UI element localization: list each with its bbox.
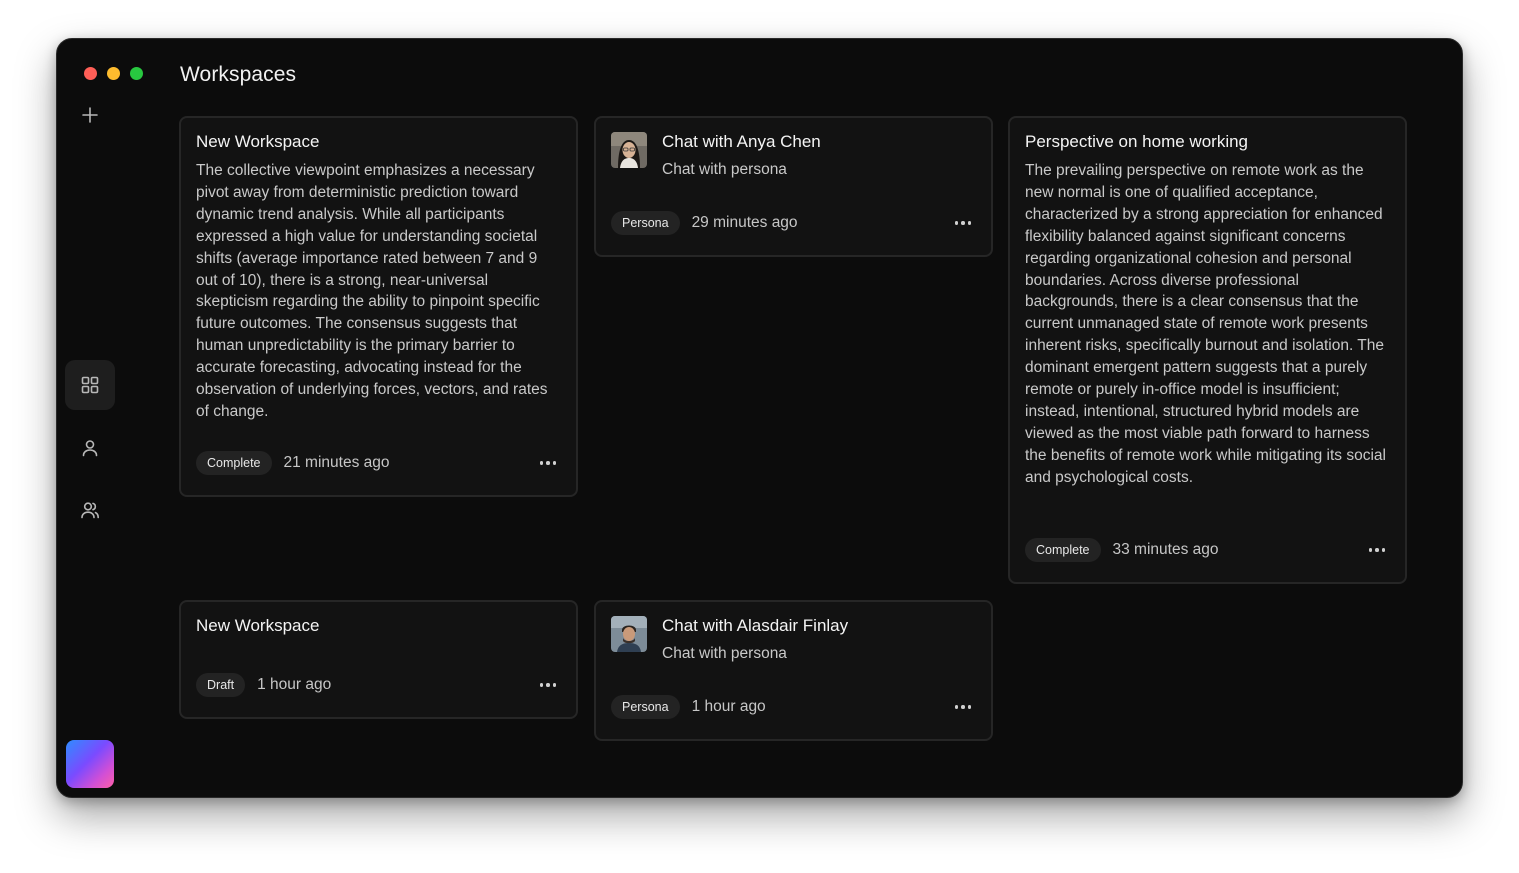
card-title: Chat with Anya Chen [662, 132, 821, 151]
card-footer: Persona 1 hour ago [611, 695, 976, 719]
grid-icon [81, 376, 99, 394]
card-title: Chat with Alasdair Finlay [662, 616, 849, 635]
ellipsis-icon [1368, 548, 1373, 552]
card-subtitle: Chat with persona [662, 161, 787, 178]
card-subtitle: Chat with persona [662, 645, 787, 662]
zoom-window-button[interactable] [130, 67, 143, 80]
new-workspace-button[interactable] [65, 90, 115, 140]
card-title: New Workspace [196, 132, 320, 151]
status-badge: Persona [611, 695, 680, 719]
more-options-button[interactable] [950, 211, 976, 235]
more-options-button[interactable] [950, 695, 976, 719]
more-options-button[interactable] [535, 451, 561, 475]
avatar [611, 616, 647, 652]
avatar [611, 132, 647, 168]
card-footer: Draft 1 hour ago [196, 673, 561, 697]
card-footer: Complete 33 minutes ago [1025, 538, 1390, 562]
timestamp: 1 hour ago [691, 698, 766, 715]
card-title: Perspective on home working [1025, 132, 1249, 151]
sidebar-item-persona[interactable] [65, 423, 115, 473]
more-options-button[interactable] [535, 673, 561, 697]
sidebar-item-workspaces[interactable] [65, 360, 115, 410]
app-logo[interactable] [66, 740, 114, 788]
card-footer: Persona 29 minutes ago [611, 211, 976, 235]
status-badge: Draft [196, 673, 246, 697]
workspace-card[interactable]: Chat with Anya Chen Chat with persona Pe… [594, 116, 993, 257]
page-title: Workspaces [180, 63, 297, 86]
minimize-window-button[interactable] [107, 67, 120, 80]
workspace-card[interactable]: Perspective on home working The prevaili… [1008, 116, 1407, 584]
card-footer: Complete 21 minutes ago [196, 451, 561, 475]
timestamp: 1 hour ago [257, 676, 332, 693]
workspace-card[interactable]: Chat with Alasdair Finlay Chat with pers… [594, 600, 993, 741]
users-icon [81, 502, 99, 519]
card-summary: The collective viewpoint emphasizes a ne… [196, 162, 548, 420]
workspace-card[interactable]: New Workspace The collective viewpoint e… [179, 116, 578, 497]
close-window-button[interactable] [84, 67, 97, 80]
workspace-card[interactable]: New Workspace Draft 1 hour ago [179, 600, 578, 719]
person-icon [82, 440, 98, 457]
app-window: Workspaces New Workspace The collective … [56, 38, 1463, 798]
ellipsis-icon [954, 705, 959, 709]
ellipsis-icon [539, 683, 544, 687]
card-summary: The prevailing perspective on remote wor… [1025, 162, 1386, 486]
ellipsis-icon [539, 461, 544, 465]
more-options-button[interactable] [1364, 538, 1390, 562]
ellipsis-icon [954, 221, 959, 225]
plus-icon [82, 107, 98, 123]
timestamp: 21 minutes ago [283, 454, 390, 471]
status-badge: Complete [1025, 538, 1101, 562]
sidebar-item-groups[interactable] [65, 485, 115, 535]
card-title: New Workspace [196, 616, 320, 635]
timestamp: 29 minutes ago [691, 214, 798, 231]
window-controls [84, 67, 143, 80]
timestamp: 33 minutes ago [1112, 541, 1219, 558]
status-badge: Complete [196, 451, 272, 475]
status-badge: Persona [611, 211, 680, 235]
